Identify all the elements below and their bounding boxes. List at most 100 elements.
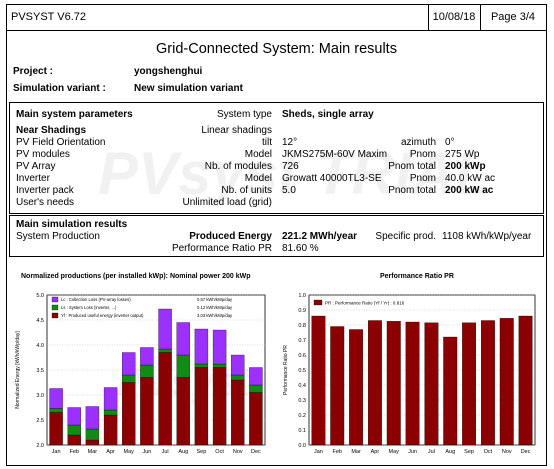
bar-segment [176,354,190,378]
inverter-model: Growatt 40000TL3-SE [282,173,382,184]
project-label: Project : [13,66,54,77]
bar-segment [49,408,63,413]
legend-swatch [51,312,59,319]
pr-bar [405,321,420,446]
x-tick-label: Aug [178,449,188,455]
inverter-label: Inverter [16,173,50,184]
pv-modules-label: PV modules [16,149,70,160]
bar-segment [194,363,209,368]
legend-swatch [313,299,323,306]
bar-segment [249,367,263,386]
system-parameters-box: PVsyst TRIAL Main system parameters Syst… [9,102,544,214]
x-tick-label: Mar [351,449,361,455]
y-tick-label: 0.6 [298,353,306,359]
pnom-label: Pnom [409,173,436,184]
y-tick-label: 0.1 [298,428,306,434]
x-tick-label: Jun [408,449,417,455]
x-tick-label: May [389,449,400,455]
pr-bar [462,322,477,446]
pr-value: 81.60 % [282,243,319,254]
x-tick-label: Jun [142,449,151,455]
results-heading: Main simulation results [16,219,128,230]
y-tick-label: 0.8 [298,323,306,329]
bar-segment [231,354,245,376]
system-type-value: Sheds, single array [282,109,374,120]
variant-name: New simulation variant [134,83,243,94]
y-axis-label: Normalized Energy [kWh/kWp/day] [15,331,21,409]
bar-segment [212,363,227,368]
y-tick-label: 3.5 [36,368,44,374]
bar-segment [122,382,136,446]
bar-segment [140,347,154,366]
system-production-label: System Production [16,231,100,242]
header-divider [428,5,429,30]
bar-segment [103,387,118,411]
x-tick-label: Nov [502,449,512,455]
pnom-label: Pnom [409,149,436,160]
bar-segment [176,377,190,446]
y-tick-label: 3.0 [36,393,44,399]
x-tick-label: Sep [197,449,207,455]
y-tick-label: 5.0 [36,293,44,299]
x-tick-label: Sep [464,449,474,455]
bar-segment [85,439,100,446]
pr-bar [311,315,326,446]
x-tick-label: Dec [521,449,531,455]
page-title: Grid-Connected System: Main results [156,41,397,57]
pnom-total-label: Pnom total [388,185,436,196]
x-tick-label: Oct [484,449,493,455]
legend-value: 0.57 kWh/kWp/day [197,297,233,302]
normalized-productions-chart: 2.0 2.5 3.0 3.5 4.0 4.5 5.0 Normalized Energy [… [15,293,266,455]
x-tick-label: Nov [233,449,243,455]
y-tick-label: 0.5 [298,368,306,374]
bar-segment [49,388,63,409]
pr-bar [480,320,495,446]
performance-ratio-chart: 0.0 0.1 0.2 0.3 0.4 0.5 0.6 0.7 0.8 0.9 1.0 Perform… [283,293,536,455]
bar-segment [49,412,63,446]
system-type-label: System type [216,109,272,120]
y-tick-label: 1.0 [298,293,306,299]
bar-segment [158,348,172,353]
bar-segment [212,367,227,446]
x-tick-label: Jul [428,449,435,455]
pr-bar [443,336,458,446]
bar-segment [231,374,245,381]
parameters-heading: Main system parameters [16,109,133,120]
report-page: PVSYST V6.72 10/08/18 Page 3/4 Grid-Conn… [6,4,547,466]
pr-bar [499,318,514,446]
legend-swatch [51,304,59,311]
pr-bar [386,321,401,446]
users-needs-label: User's needs [16,197,75,208]
y-tick-label: 4.5 [36,318,44,324]
software-version: PVSYST V6.72 [11,11,87,23]
legend-label: PR : Performance Ratio (Yf / Yr) : 0.816 [325,301,405,306]
y-tick-label: 2.0 [36,443,44,449]
nb-units-label: Nb. of units [221,185,272,196]
x-tick-label: Mar [88,449,98,455]
inverter-pnom: 40.0 kW ac [445,173,496,184]
bar-segment [103,414,118,446]
bar-segment [140,364,154,378]
bar-segment [158,352,172,446]
legend-label: Lc : Collection Loss (PV-array losses) [61,297,131,302]
legend-value: 3.03 kWh/kWp/day [197,313,233,318]
specific-prod-value: 1108 kWh/kWp/year [442,231,532,242]
y-tick-label: 4.0 [36,343,44,349]
bar-segment [67,407,81,426]
model-label: Model [244,173,272,184]
users-needs-value: Unlimited load (grid) [182,197,272,208]
nb-modules-value: 726 [282,161,299,172]
pr-label: Performance Ratio PR [171,243,272,254]
simulation-results-box: Main simulation results System Productio… [9,215,544,257]
module-model: JKMS275M-60V Maxim [282,149,388,160]
report-date: 10/08/18 [432,11,476,23]
x-tick-label: Feb [70,449,79,455]
y-tick-label: 2.5 [36,418,44,424]
tilt-label: tilt [262,137,272,148]
pr-bar [424,322,439,446]
bar-segment [140,377,154,446]
x-tick-label: Jan [52,449,61,455]
produced-energy-value: 221.2 MWh/year [282,231,358,242]
normalized-chart-title: Normalized productions (per installed kW… [21,273,251,280]
pr-chart-title: Performance Ratio PR [380,273,454,280]
